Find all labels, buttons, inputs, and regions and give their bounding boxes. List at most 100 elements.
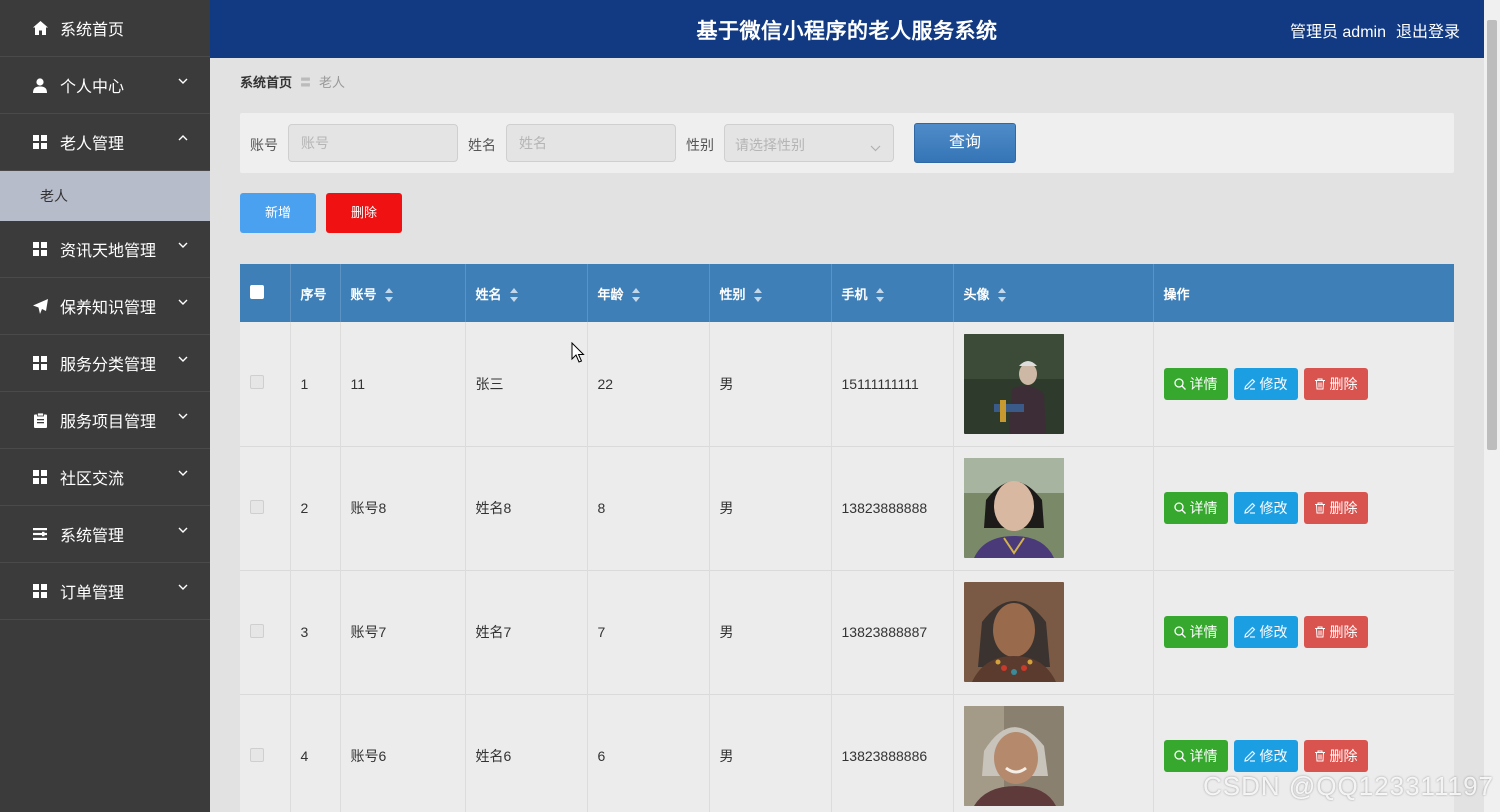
actions-cell: 详情 修改 删除 (1153, 570, 1454, 694)
column-header-age[interactable]: 年龄 (587, 264, 710, 322)
sidebar-item-personal-center[interactable]: 个人中心 (0, 57, 210, 114)
column-header-label: 账号 (350, 286, 377, 302)
add-button[interactable]: 新增 (240, 193, 316, 233)
row-checkbox[interactable] (250, 747, 264, 762)
sidebar-item-home[interactable]: 系统首页 (0, 0, 210, 57)
sort-icon[interactable] (753, 288, 763, 303)
logout-link[interactable]: 退出登录 (1396, 18, 1460, 42)
column-header-index: 序号 (290, 264, 341, 322)
sidebar-item-service-project[interactable]: 服务项目管理 (0, 392, 210, 449)
gender-cell: 男 (709, 694, 832, 812)
delete-button[interactable]: 删除 (1303, 367, 1368, 400)
column-header-name[interactable]: 姓名 (465, 264, 588, 322)
edit-button-label: 修改 (1259, 375, 1288, 392)
trash-icon (1314, 502, 1325, 514)
search-panel: 账号 姓名 性别 请选择性别 查询 (240, 113, 1454, 173)
sidebar-subitem-elder[interactable]: 老人 (0, 171, 210, 221)
sidebar-item-community[interactable]: 社区交流 (0, 449, 210, 506)
account-cell: 11 (340, 322, 466, 446)
sidebar-item-label: 系统管理 (60, 528, 125, 545)
sidebar-item-system-management[interactable]: 系统管理 (0, 506, 210, 563)
table-header-row: 序号 账号 姓名 年龄 性别 手机 头像 操作 (240, 264, 1454, 322)
mouse-cursor-icon (571, 342, 585, 363)
sidebar-item-care-knowledge[interactable]: 保养知识管理 (0, 278, 210, 335)
column-header-gender[interactable]: 性别 (709, 264, 832, 322)
select-all-cell (240, 264, 291, 322)
avatar-cell (953, 570, 1154, 694)
edit-button-label: 修改 (1259, 748, 1288, 764)
row-checkbox[interactable] (250, 623, 264, 638)
sort-icon[interactable] (631, 288, 641, 303)
delete-button[interactable]: 删除 (1303, 740, 1368, 772)
breadcrumb-current: 老人 (319, 75, 346, 90)
account-search-input[interactable] (288, 124, 458, 162)
gender-select[interactable]: 请选择性别 (724, 124, 894, 162)
grid-icon (32, 241, 48, 257)
edit-button[interactable]: 修改 (1233, 616, 1298, 648)
column-header-avatar[interactable]: 头像 (953, 264, 1154, 322)
detail-button[interactable]: 详情 (1163, 616, 1228, 648)
sidebar-item-service-category[interactable]: 服务分类管理 (0, 335, 210, 392)
avatar (963, 582, 1064, 682)
breadcrumb: 系统首页 〓 老人 (240, 72, 345, 91)
trash-icon (1314, 750, 1325, 762)
chevron-down-icon (178, 356, 188, 366)
edit-button[interactable]: 修改 (1233, 492, 1298, 524)
sidebar-item-elder-management[interactable]: 老人管理 (0, 114, 210, 171)
search-icon (1173, 750, 1186, 762)
sort-icon[interactable] (997, 288, 1007, 303)
avatar-cell (953, 446, 1154, 570)
row-checkbox[interactable] (250, 499, 264, 514)
delete-button[interactable]: 删除 (1303, 616, 1368, 648)
edit-button[interactable]: 修改 (1233, 740, 1298, 772)
age-cell: 8 (587, 446, 710, 570)
avatar (963, 706, 1064, 806)
column-header-label: 头像 (963, 286, 990, 302)
batch-delete-button[interactable]: 删除 (326, 193, 402, 233)
clipboard-icon (32, 412, 48, 428)
index-cell: 4 (290, 694, 341, 812)
sidebar-item-order-management[interactable]: 订单管理 (0, 563, 210, 620)
name-cell: 姓名7 (465, 570, 588, 694)
edit-icon (1243, 750, 1255, 762)
query-button[interactable]: 查询 (914, 123, 1016, 163)
trash-icon (1314, 378, 1325, 390)
sidebar-item-label: 保养知识管理 (60, 300, 157, 317)
actions-cell: 详情 修改 删除 (1153, 322, 1454, 446)
search-icon (1173, 502, 1186, 514)
sidebar-item-news-management[interactable]: 资讯天地管理 (0, 221, 210, 278)
grid-icon (32, 469, 48, 485)
column-header-label: 性别 (719, 286, 746, 302)
sidebar-item-label: 资讯天地管理 (60, 243, 157, 260)
delete-button[interactable]: 删除 (1303, 492, 1368, 524)
sort-icon[interactable] (509, 288, 519, 303)
detail-button[interactable]: 详情 (1163, 740, 1228, 772)
grid-icon (32, 583, 48, 599)
phone-cell: 13823888887 (831, 570, 954, 694)
sort-icon[interactable] (384, 288, 394, 303)
scrollbar-thumb[interactable] (1487, 20, 1497, 450)
phone-cell: 15111111111 (831, 322, 954, 446)
breadcrumb-home[interactable]: 系统首页 (240, 72, 292, 91)
row-checkbox[interactable] (250, 375, 264, 390)
column-header-phone[interactable]: 手机 (831, 264, 954, 322)
column-header-account[interactable]: 账号 (340, 264, 466, 322)
detail-button[interactable]: 详情 (1163, 492, 1228, 524)
edit-button-label: 修改 (1259, 624, 1288, 640)
edit-icon (1243, 378, 1255, 390)
edit-button[interactable]: 修改 (1233, 367, 1298, 400)
delete-button-label: 删除 (1329, 748, 1358, 764)
account-cell: 账号7 (340, 570, 466, 694)
delete-button-label: 删除 (1329, 500, 1358, 516)
detail-button[interactable]: 详情 (1163, 367, 1228, 400)
name-search-input[interactable] (506, 124, 676, 162)
edit-icon (1243, 626, 1255, 638)
phone-cell: 13823888888 (831, 446, 954, 570)
page-scrollbar[interactable] (1484, 0, 1500, 812)
sort-icon[interactable] (875, 288, 885, 303)
delete-button-label: 删除 (1329, 375, 1358, 392)
select-all-checkbox[interactable] (250, 284, 264, 299)
chevron-down-icon (178, 299, 188, 309)
table-row: 2 账号8 姓名8 8 男 13823888888 详情 修改 删除 (240, 446, 1454, 570)
sidebar-item-label: 社区交流 (60, 471, 125, 488)
